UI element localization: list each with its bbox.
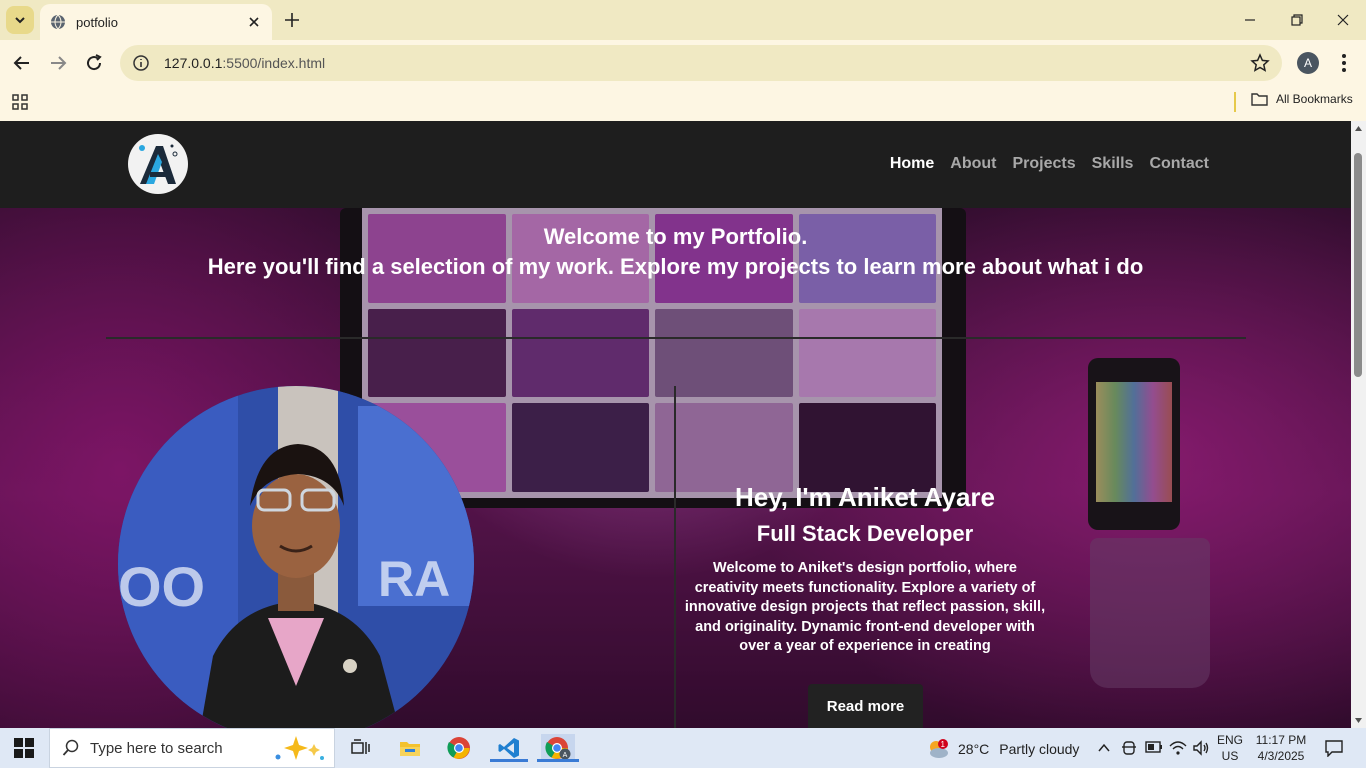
task-view-button[interactable]: [343, 734, 377, 762]
vertical-divider: [674, 386, 676, 728]
globe-icon: [51, 14, 65, 30]
chevron-down-icon: [15, 17, 25, 24]
language-indicator[interactable]: ENG US: [1214, 732, 1246, 764]
folder-icon: [1251, 93, 1268, 106]
hero-section: Welcome to my Portfolio. Here you'll fin…: [0, 208, 1351, 728]
page-viewport: Home About Projects Skills Contact Welco…: [0, 121, 1351, 728]
browser-tab[interactable]: potfolio: [40, 4, 272, 40]
new-tab-icon[interactable]: [282, 10, 302, 30]
volume-icon[interactable]: [1192, 740, 1210, 756]
windows-start-icon[interactable]: [14, 738, 34, 758]
minimize-icon[interactable]: [1238, 8, 1262, 32]
bookmarks-bar: All Bookmarks: [0, 86, 1366, 121]
read-more-button[interactable]: Read more: [808, 684, 923, 728]
chevron-up-icon[interactable]: [1097, 741, 1111, 755]
weather-cloud-icon: 1: [930, 739, 948, 758]
bookmarks-divider: [1234, 92, 1236, 112]
weather-temp: 28°C: [958, 741, 990, 757]
logo-a-icon: [139, 144, 178, 184]
profile-photo: OO RA: [118, 386, 474, 728]
sparkle-icon: [275, 736, 324, 760]
chrome-app-button[interactable]: [442, 734, 476, 762]
chrome-profile-icon: A: [545, 737, 571, 760]
vscode-icon: [498, 738, 519, 758]
close-icon[interactable]: [246, 14, 262, 30]
nav-about[interactable]: About: [950, 155, 996, 173]
chrome-icon: [447, 737, 470, 759]
site-navbar: Home About Projects Skills Contact: [0, 121, 1351, 208]
chrome-profile-app-button[interactable]: A: [537, 734, 579, 762]
nav-skills[interactable]: Skills: [1092, 155, 1134, 173]
battery-icon[interactable]: [1145, 741, 1163, 753]
svg-text:OO: OO: [118, 555, 205, 618]
clock[interactable]: 11:17 PM 4/3/2025: [1252, 732, 1310, 764]
nav-home[interactable]: Home: [890, 155, 934, 173]
intro-name: Hey, I'm Aniket Ayare: [734, 482, 996, 512]
folder-app-icon: [400, 742, 420, 756]
reload-icon[interactable]: [82, 51, 106, 75]
vscode-app-button[interactable]: [490, 734, 528, 762]
profile-photo-image: OO RA: [118, 386, 474, 728]
site-logo[interactable]: [128, 134, 188, 194]
more-menu-icon[interactable]: [1334, 52, 1354, 74]
hero-subtitle: Here you'll find a selection of my work.…: [207, 254, 1144, 279]
taskbar-search[interactable]: Type here to search: [49, 728, 335, 768]
tab-strip: potfolio: [0, 0, 1366, 40]
intro-block: Hey, I'm Aniket Ayare Full Stack Develop…: [680, 482, 1050, 657]
clock-time: 11:17 PM: [1255, 733, 1307, 747]
file-explorer-button[interactable]: [393, 734, 427, 762]
windows-taskbar: Type here to search A 1 28°C Partly clou…: [0, 728, 1366, 768]
page-scrollbar[interactable]: [1351, 121, 1366, 728]
nav-projects[interactable]: Projects: [1012, 155, 1075, 173]
scroll-up-icon[interactable]: [1354, 124, 1363, 133]
notifications-icon[interactable]: [1324, 739, 1344, 757]
nav-contact[interactable]: Contact: [1149, 155, 1209, 173]
all-bookmarks-label: All Bookmarks: [1276, 92, 1353, 106]
tab-search-button[interactable]: [6, 6, 34, 34]
tab-title: potfolio: [76, 14, 118, 30]
browser-toolbar: 127.0.0.1:5500/index.html A: [0, 40, 1366, 86]
meet-now-icon[interactable]: [1121, 739, 1137, 757]
hero-title: Welcome to my Portfolio.: [543, 224, 808, 249]
search-icon: [62, 739, 79, 756]
intro-role: Full Stack Developer: [756, 521, 974, 546]
svg-text:A: A: [563, 752, 568, 759]
weather-widget[interactable]: 1 28°C Partly cloudy: [926, 738, 1079, 760]
task-view-icon: [351, 739, 370, 754]
clock-date: 4/3/2025: [1257, 749, 1305, 763]
svg-text:RA: RA: [378, 551, 450, 607]
scroll-down-icon[interactable]: [1354, 716, 1363, 725]
horizontal-divider: [106, 337, 1246, 339]
address-bar[interactable]: 127.0.0.1:5500/index.html: [120, 45, 1282, 81]
site-info-icon[interactable]: [132, 54, 150, 72]
apps-grid-icon[interactable]: [11, 93, 29, 111]
bookmark-star-icon[interactable]: [1250, 53, 1270, 73]
forward-arrow-icon[interactable]: [46, 51, 70, 75]
url-text: 127.0.0.1:5500/index.html: [164, 55, 326, 71]
profile-avatar[interactable]: A: [1297, 52, 1319, 74]
weather-description: Partly cloudy: [999, 741, 1080, 757]
intro-description: Welcome to Aniket's design portfolio, wh…: [684, 560, 1046, 654]
back-arrow-icon[interactable]: [10, 51, 34, 75]
all-bookmarks-button[interactable]: All Bookmarks: [1251, 92, 1353, 106]
site-nav-links: Home About Projects Skills Contact: [890, 155, 1209, 173]
restore-icon[interactable]: [1285, 8, 1309, 32]
scroll-thumb[interactable]: [1354, 153, 1362, 377]
wifi-icon[interactable]: [1169, 740, 1187, 756]
close-window-icon[interactable]: [1331, 8, 1355, 32]
search-placeholder: Type here to search: [90, 739, 223, 757]
svg-text:1: 1: [941, 740, 946, 749]
